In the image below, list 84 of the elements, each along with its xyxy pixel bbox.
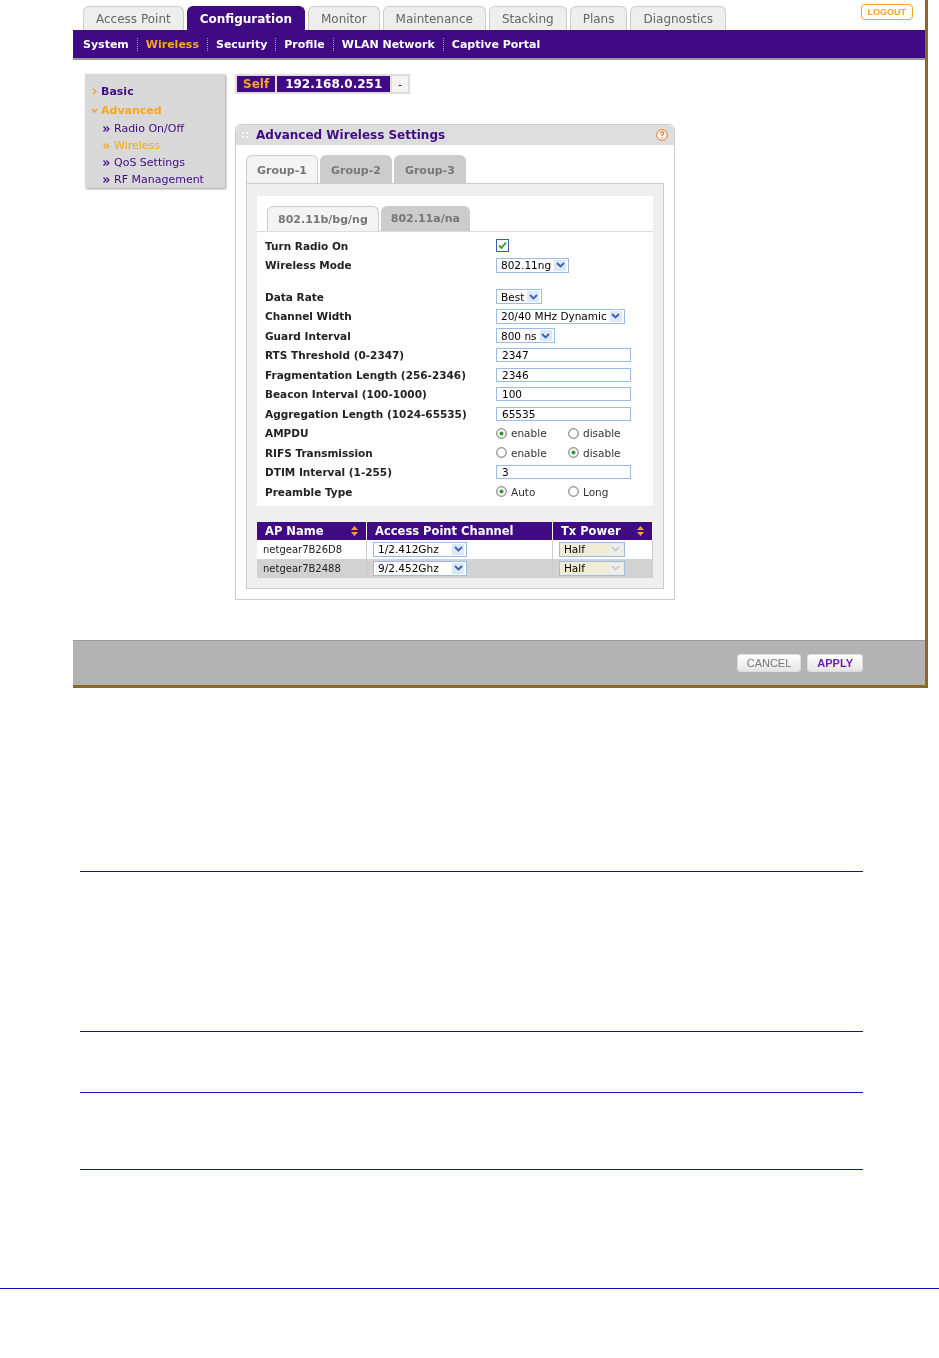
column-header[interactable]: Tx Power [552, 521, 653, 540]
channel-dropdown[interactable]: 9/2.452Ghz [373, 560, 468, 576]
dropdown[interactable]: Best [496, 289, 543, 305]
input-field[interactable]: 65535 [496, 406, 631, 421]
setting-label: Data Rate [265, 290, 325, 303]
double-chevron-icon [103, 176, 110, 183]
dropdown[interactable]: 800 ns [496, 328, 555, 344]
setting-label: Wireless Mode [265, 259, 353, 272]
ap-tag: Self [237, 76, 276, 92]
nav-tab[interactable]: Stacking [488, 6, 567, 30]
column-header[interactable]: AP Name [257, 521, 367, 540]
cancel-button[interactable]: CANCEL [736, 654, 802, 672]
setting-label: AMPDU [265, 427, 310, 440]
double-chevron-icon [103, 142, 110, 149]
setting-label: Preamble Type [265, 485, 354, 498]
caret-icon [609, 543, 622, 555]
sidebar-item[interactable]: Basic [101, 85, 134, 98]
channel-dropdown[interactable]: 1/2.412Ghz [373, 541, 468, 557]
setting-label: Aggregation Length (1024-65535) [265, 407, 468, 420]
apply-button[interactable]: APPLY [807, 654, 863, 672]
input-field[interactable]: 100 [496, 387, 631, 402]
checkbox[interactable] [496, 239, 509, 253]
caret-icon [609, 562, 622, 574]
ap-selector[interactable]: Self 192.168.0.251 - [235, 74, 410, 94]
caret-icon [539, 330, 552, 342]
radio-option[interactable]: disable [568, 446, 624, 459]
column-header: Access Point Channel [366, 521, 553, 540]
nav-tab[interactable]: Diagnostics [630, 6, 727, 30]
radio-button[interactable] [496, 447, 507, 459]
panel-title: Advanced Wireless Settings [256, 128, 447, 142]
double-chevron-icon [103, 125, 110, 132]
subnav-link[interactable]: Profile [275, 37, 333, 51]
radio-option[interactable]: Auto [496, 485, 552, 498]
collapse-button[interactable]: - [392, 76, 408, 92]
sort-icon[interactable] [637, 525, 644, 536]
caret-icon [452, 543, 465, 555]
radio-button[interactable] [568, 447, 579, 459]
dropdown[interactable]: 802.11ng [496, 257, 570, 273]
double-chevron-icon [103, 159, 110, 166]
radio-option[interactable]: enable [496, 427, 552, 440]
setting-label: RTS Threshold (0-2347) [265, 349, 406, 362]
setting-label: Fragmentation Length (256-2346) [265, 368, 467, 381]
sidebar-subitem[interactable]: QoS Settings [91, 154, 225, 171]
dropdown[interactable]: 20/40 MHz Dynamic [496, 308, 625, 324]
subnav-link[interactable]: Captive Portal [442, 37, 549, 51]
sidebar-subitem[interactable]: RF Management [91, 171, 225, 188]
nav-tab[interactable]: Maintenance [382, 6, 486, 30]
power-dropdown: Half [558, 541, 625, 557]
setting-label: RIFS Transmission [265, 446, 374, 459]
setting-label: DTIM Interval (1-255) [265, 466, 393, 479]
caret-icon [452, 562, 465, 574]
nav-tab[interactable]: Configuration [186, 6, 305, 30]
help-icon[interactable] [656, 129, 668, 141]
subnav-link[interactable]: Security [206, 37, 276, 51]
sort-icon[interactable] [351, 525, 359, 536]
caret-icon [554, 259, 567, 271]
subnav-link[interactable]: WLAN Network [332, 37, 443, 51]
input-field[interactable]: 2346 [496, 367, 631, 382]
nav-tab[interactable]: Access Point [83, 6, 184, 30]
radio-button[interactable] [568, 427, 579, 439]
caret-icon [527, 291, 540, 303]
subnav-link[interactable]: Wireless [136, 37, 207, 51]
nav-tab[interactable]: Plans [569, 6, 628, 30]
setting-label: Guard Interval [265, 329, 352, 342]
caret-icon [609, 310, 622, 322]
power-dropdown: Half [558, 560, 625, 576]
input-field[interactable]: 2347 [496, 348, 631, 363]
setting-label: Channel Width [265, 310, 353, 323]
grip-icon [242, 132, 248, 138]
subnav-link[interactable]: System [83, 37, 137, 51]
nav-tab[interactable]: Monitor [308, 6, 380, 30]
radio-option[interactable]: enable [496, 446, 552, 459]
ap-address: 192.168.0.251 [277, 76, 391, 92]
radio-option[interactable]: Long [568, 485, 624, 498]
radio-button[interactable] [496, 486, 507, 498]
setting-label: Turn Radio On [265, 239, 350, 252]
radio-button[interactable] [496, 427, 507, 439]
radio-option[interactable]: disable [568, 427, 624, 440]
input-field[interactable]: 3 [496, 465, 631, 480]
sidebar-subitem[interactable]: Radio On/Off [91, 120, 225, 137]
setting-label: Beacon Interval (100-1000) [265, 388, 428, 401]
band-tab[interactable]: 802.11b/bg/ng [267, 206, 379, 231]
group-tab[interactable]: Group-1 [246, 155, 318, 183]
radio-button[interactable] [568, 486, 579, 498]
